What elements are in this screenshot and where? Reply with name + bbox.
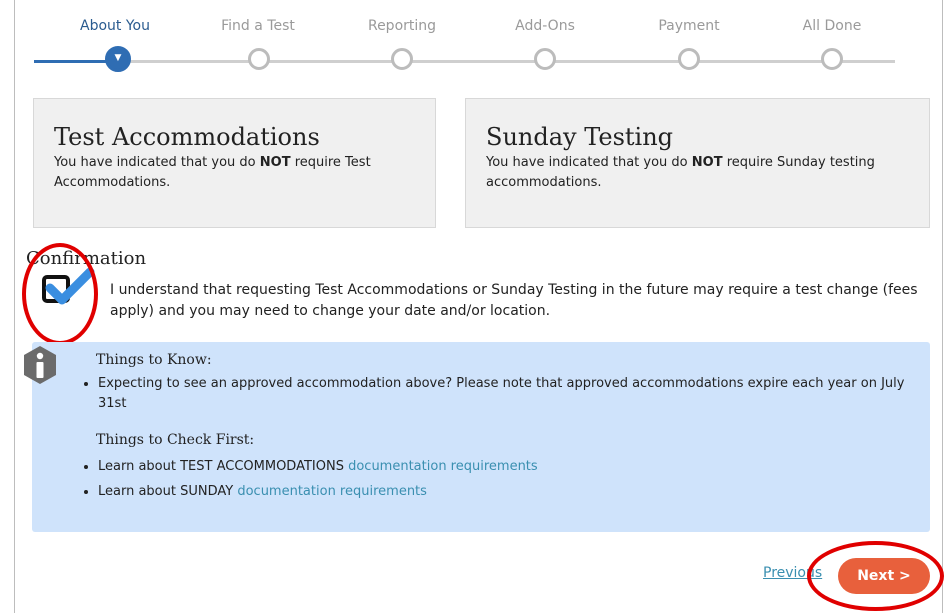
sunday-docs-link[interactable]: documentation requirements (237, 484, 427, 499)
test-accommodations-card: Test Accommodations You have indicated t… (33, 98, 436, 228)
step-all-done[interactable]: All Done (772, 18, 892, 34)
step-dot-add-ons[interactable] (534, 48, 556, 70)
step-dot-find-a-test[interactable] (248, 48, 270, 70)
step-about-you[interactable]: About You (55, 18, 175, 34)
info-icon (24, 346, 56, 384)
annotation-circle-next (807, 541, 944, 611)
step-add-ons[interactable]: Add-Ons (485, 18, 605, 34)
annotation-circle-checkbox (22, 243, 98, 345)
list-item: Learn about SUNDAY documentation require… (98, 482, 918, 502)
things-to-know-list: Expecting to see an approved accommodati… (84, 374, 918, 419)
things-to-know-title: Things to Know: (96, 352, 212, 368)
step-find-a-test[interactable]: Find a Test (198, 18, 318, 34)
things-to-check-list: Learn about TEST ACCOMMODATIONS document… (84, 457, 918, 507)
test-accommodations-docs-link[interactable]: documentation requirements (348, 459, 538, 474)
things-to-check-title: Things to Check First: (96, 432, 255, 448)
step-reporting[interactable]: Reporting (342, 18, 462, 34)
confirmation-text: I understand that requesting Test Accomm… (110, 282, 918, 319)
step-dot-reporting[interactable] (391, 48, 413, 70)
step-dot-all-done[interactable] (821, 48, 843, 70)
step-dot-about-you[interactable]: ▼ (105, 46, 131, 72)
card-title: Sunday Testing (486, 123, 674, 151)
list-item: Expecting to see an approved accommodati… (98, 374, 918, 414)
info-box: Things to Know: Expecting to see an appr… (32, 342, 930, 532)
step-payment[interactable]: Payment (629, 18, 749, 34)
list-item: Learn about TEST ACCOMMODATIONS document… (98, 457, 918, 477)
sunday-testing-card: Sunday Testing You have indicated that y… (465, 98, 930, 228)
chevron-down-icon: ▼ (114, 53, 122, 63)
card-title: Test Accommodations (54, 123, 320, 151)
card-text: You have indicated that you do NOT requi… (486, 155, 875, 190)
card-text: You have indicated that you do NOT requi… (54, 155, 371, 190)
step-dot-payment[interactable] (678, 48, 700, 70)
progress-track (124, 60, 895, 63)
